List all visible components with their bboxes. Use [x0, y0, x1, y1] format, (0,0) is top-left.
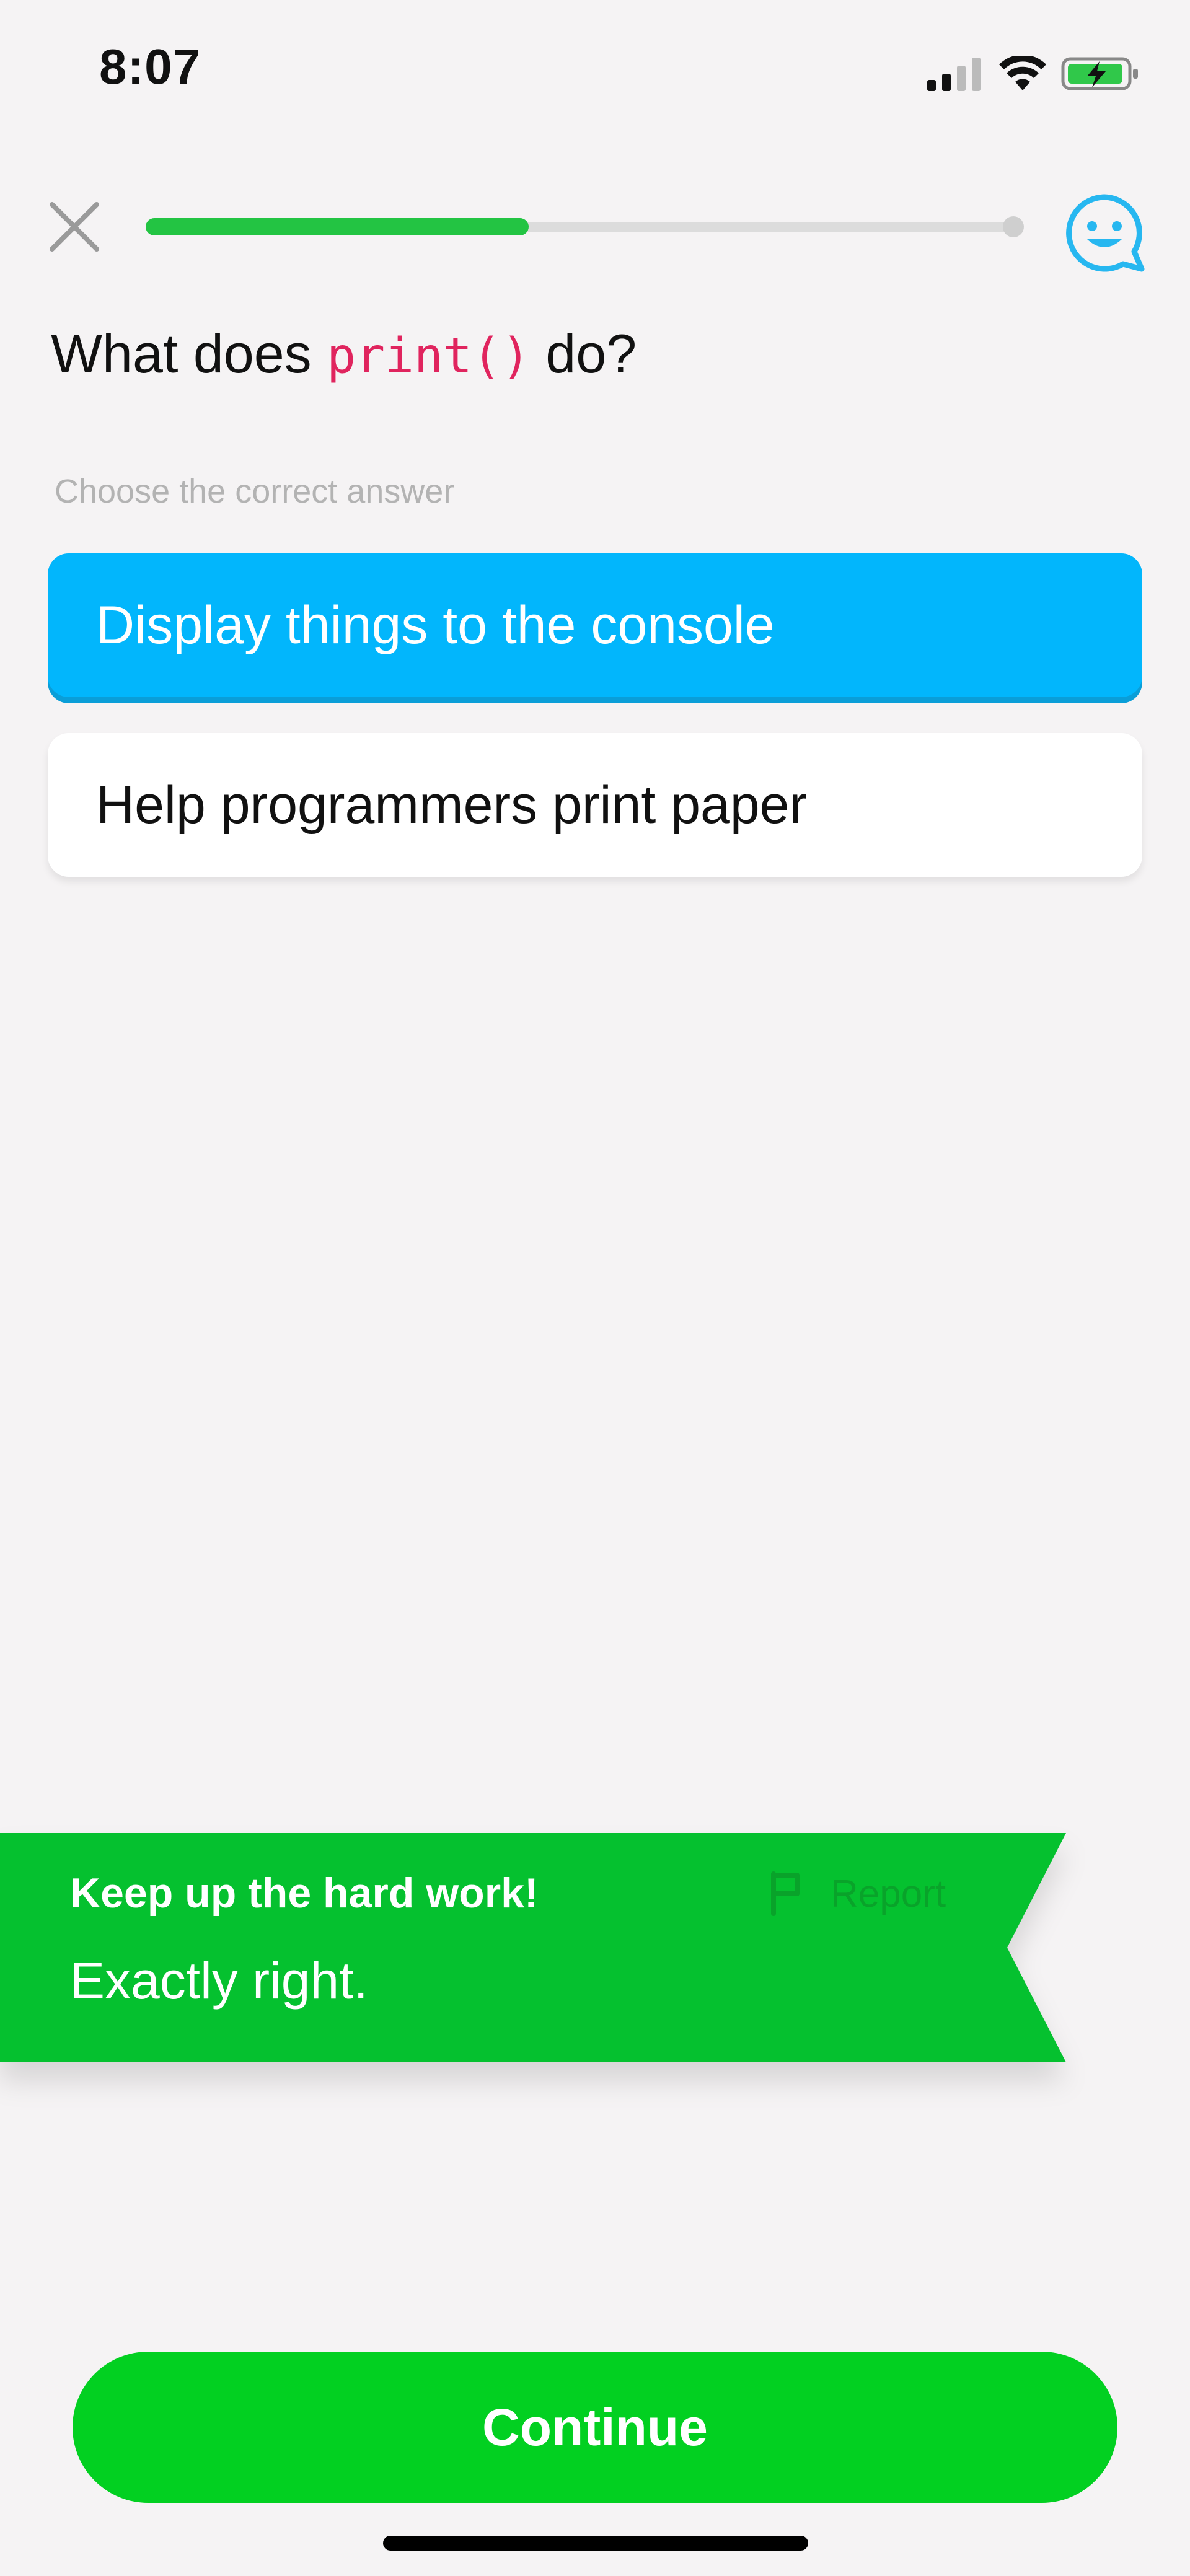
status-icons	[927, 52, 1140, 95]
help-button[interactable]	[1061, 192, 1148, 273]
smiley-chat-icon	[1066, 194, 1145, 272]
progress-end-dot	[1003, 216, 1024, 237]
flag-icon	[771, 1871, 800, 1916]
answer-option[interactable]: Help programmers print paper	[48, 733, 1142, 877]
report-label: Report	[831, 1872, 946, 1915]
report-button[interactable]: Report	[769, 1871, 946, 1916]
question-prefix: What does	[51, 323, 327, 384]
answer-option-selected[interactable]: Display things to the console	[48, 553, 1142, 697]
continue-label: Continue	[482, 2398, 708, 2456]
status-bar: 8:07	[0, 0, 1190, 143]
progress-fill	[146, 218, 529, 235]
home-indicator	[383, 2536, 808, 2551]
question-text: What does print() do?	[51, 322, 637, 385]
question-suffix: do?	[530, 323, 637, 384]
feedback-title: Keep up the hard work!	[70, 1870, 539, 1917]
continue-button[interactable]: Continue	[73, 2352, 1117, 2503]
wifi-icon	[999, 56, 1046, 90]
answer-label: Display things to the console	[96, 595, 775, 655]
battery-charging-icon	[1061, 57, 1138, 90]
instruction-text: Choose the correct answer	[55, 473, 455, 510]
status-time: 8:07	[99, 39, 201, 94]
lesson-progress-bar	[146, 216, 1024, 237]
cellular-signal-icon	[927, 58, 981, 91]
feedback-ribbon: Keep up the hard work! Exactly right. Re…	[0, 1833, 1066, 2062]
feedback-banner: Keep up the hard work! Exactly right. Re…	[0, 1833, 1066, 2062]
close-button[interactable]	[45, 197, 104, 257]
close-icon	[50, 202, 99, 252]
answer-label: Help programmers print paper	[96, 775, 808, 835]
question-code: print()	[327, 328, 531, 384]
feedback-message: Exactly right.	[70, 1951, 368, 2010]
